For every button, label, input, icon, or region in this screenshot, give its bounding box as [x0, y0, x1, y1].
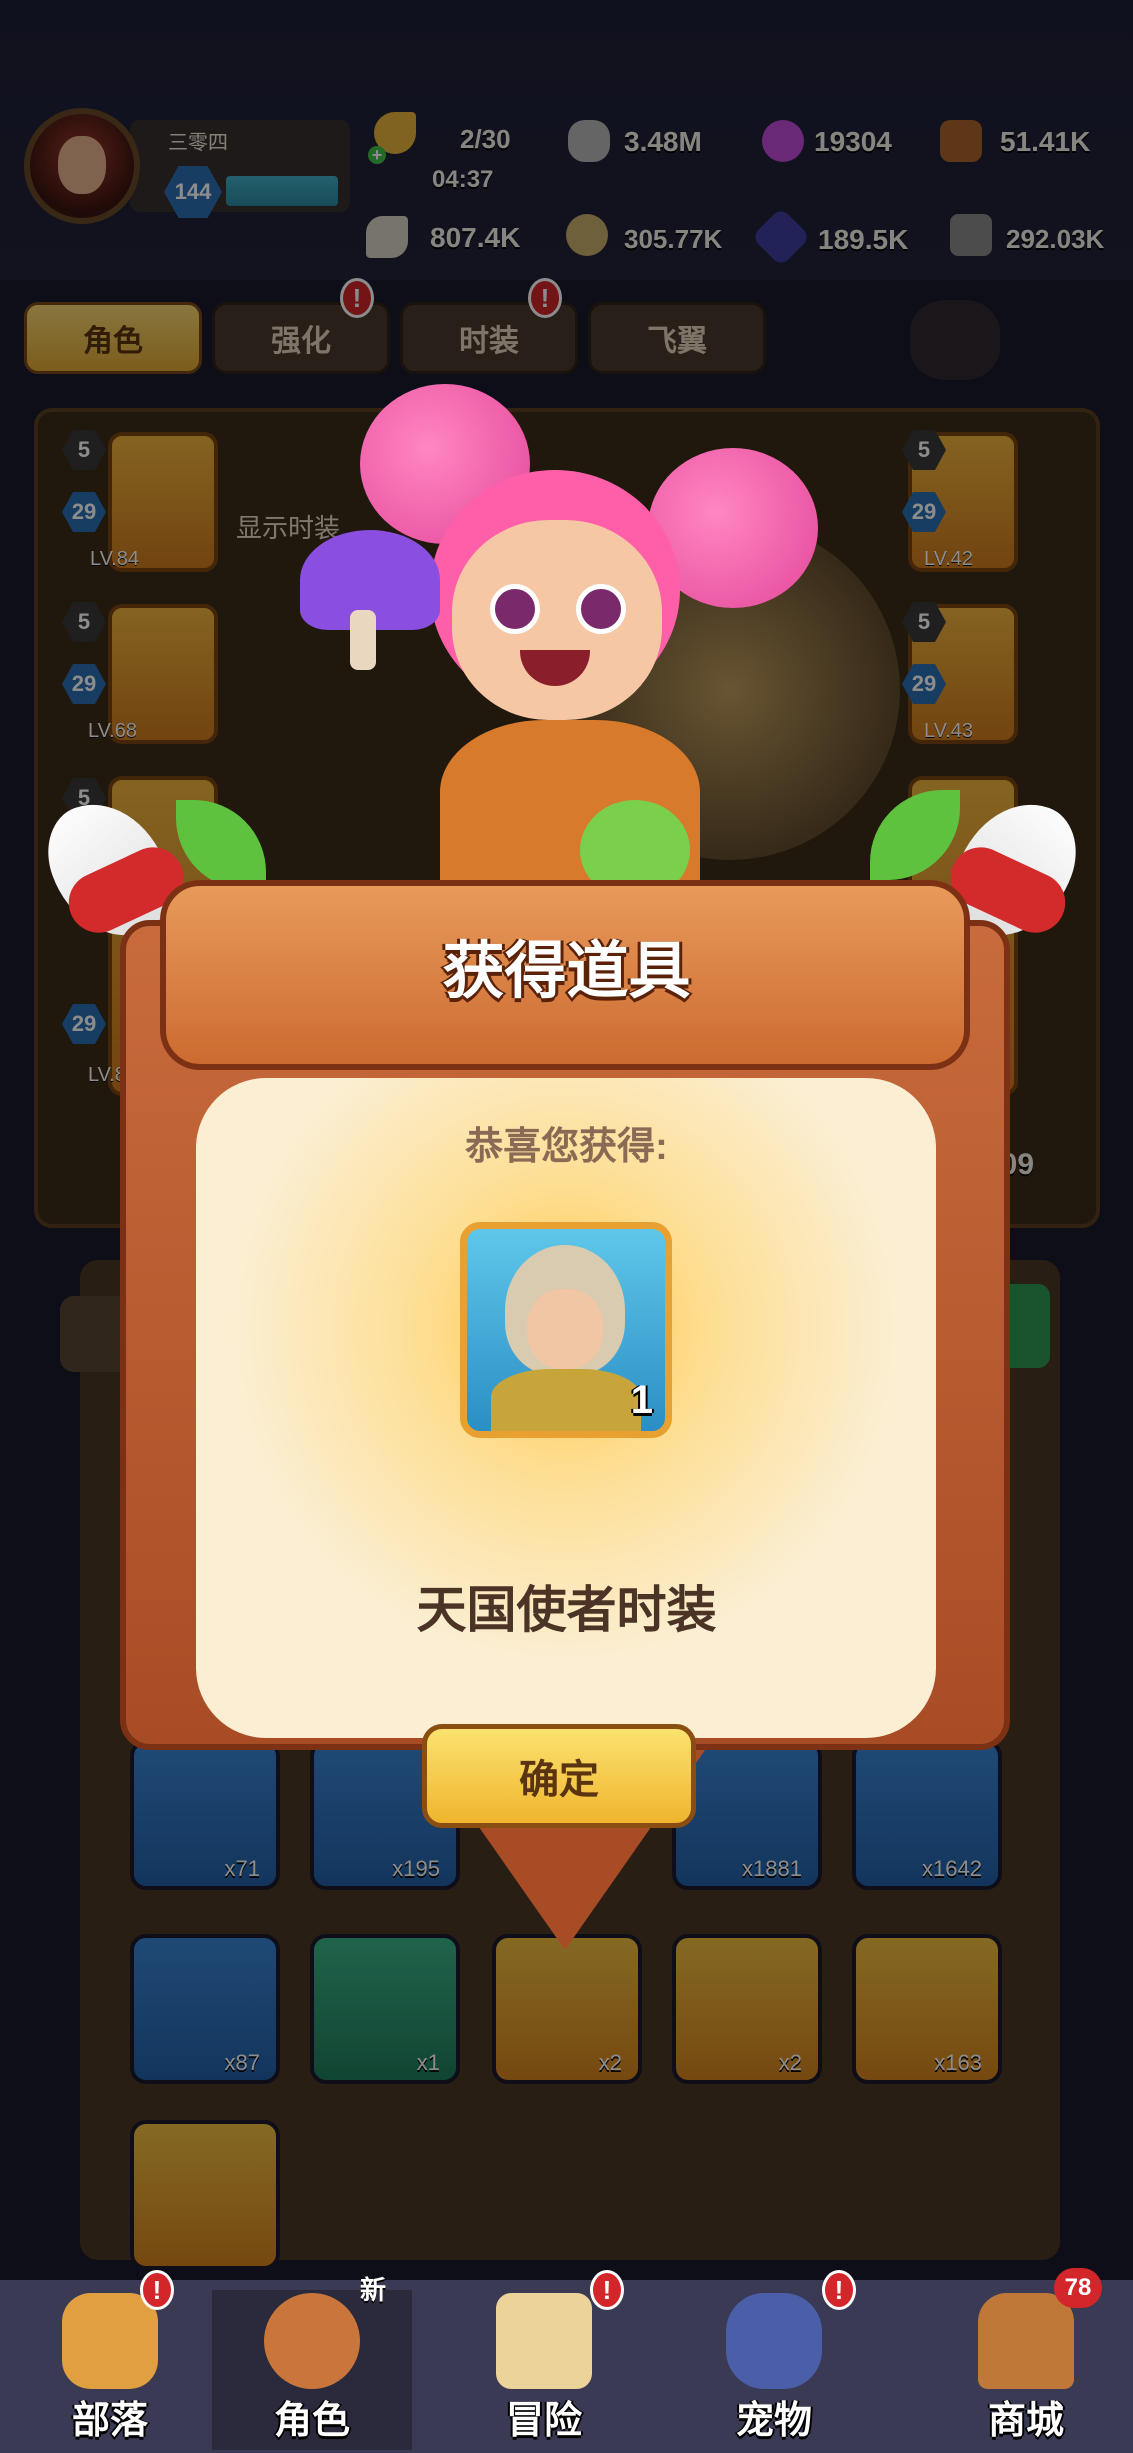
- nav-tribe-alert-icon: !: [140, 2270, 174, 2310]
- pet-icon: [726, 2293, 822, 2389]
- nav-tribe-label: 部落: [71, 2400, 148, 2442]
- map-icon: [496, 2293, 592, 2389]
- nav-character-label: 角色: [273, 2400, 350, 2442]
- nav-character[interactable]: 角色: [212, 2290, 412, 2450]
- nav-pet-alert-icon: !: [822, 2270, 856, 2310]
- tribe-icon: [62, 2293, 158, 2389]
- nav-adventure[interactable]: 冒险: [444, 2290, 644, 2450]
- reward-item-qty: 1: [630, 1378, 653, 1422]
- character-head-icon: [264, 2293, 360, 2389]
- nav-adventure-alert-icon: !: [590, 2270, 624, 2310]
- mushroom-stem: [350, 610, 376, 670]
- shop-icon: [978, 2293, 1074, 2389]
- character-eye-right: [576, 584, 626, 634]
- nav-pet-label: 宠物: [735, 2400, 812, 2442]
- nav-shop-label: 商城: [987, 2400, 1064, 2442]
- reward-item-slot[interactable]: 1: [460, 1222, 672, 1438]
- confirm-button[interactable]: 确定: [422, 1724, 696, 1828]
- character-face: [452, 520, 662, 720]
- nav-shop[interactable]: 商城: [926, 2290, 1126, 2450]
- nav-shop-count-badge: 78: [1054, 2268, 1102, 2308]
- reward-item-name: 天国使者时装: [416, 1582, 717, 1638]
- character-eye-left: [490, 584, 540, 634]
- dialog-title: 获得道具: [442, 937, 691, 1006]
- nav-tribe[interactable]: 部落: [10, 2290, 210, 2450]
- nav-pet[interactable]: 宠物: [674, 2290, 874, 2450]
- dialog-congrats-text: 恭喜您获得:: [465, 1126, 668, 1168]
- nav-character-new-tag: 新: [360, 2275, 387, 2305]
- nav-adventure-label: 冒险: [505, 2400, 582, 2442]
